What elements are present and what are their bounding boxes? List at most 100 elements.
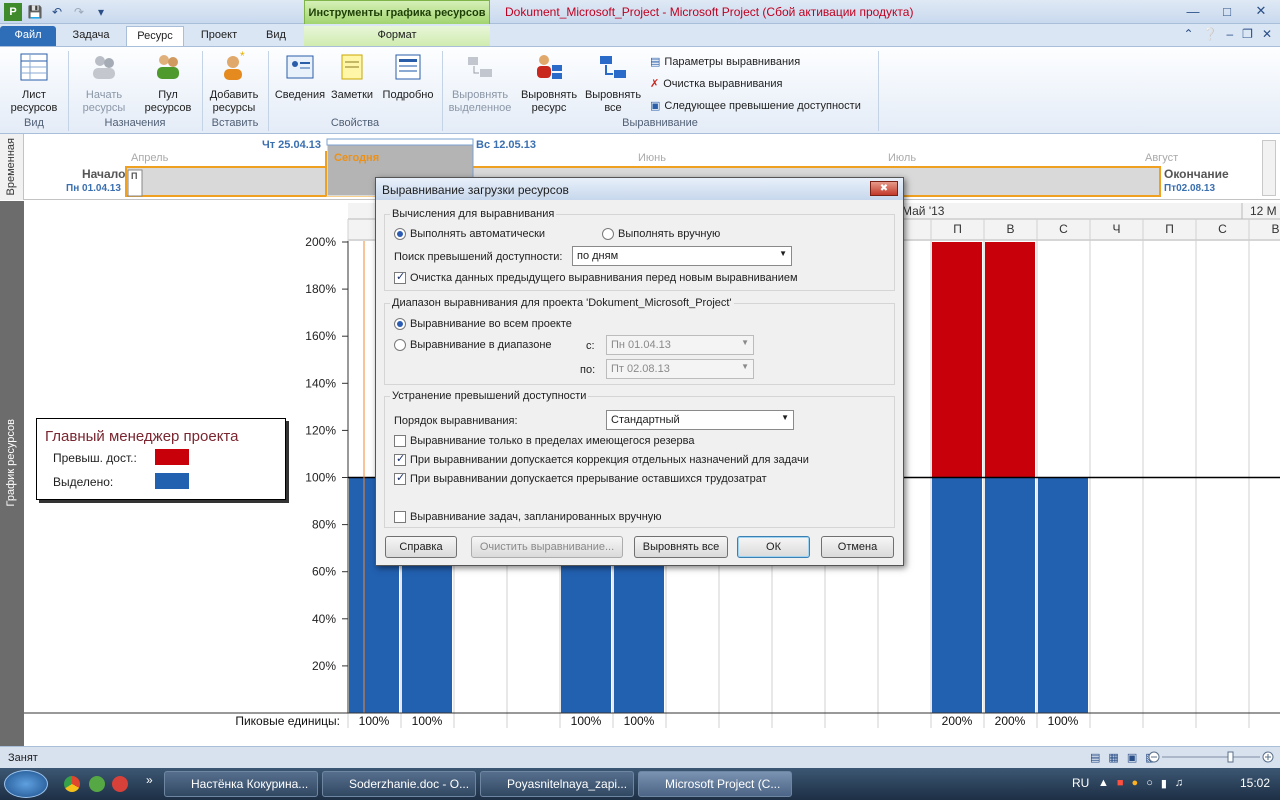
tray-volume-icon[interactable]: ♫	[1175, 777, 1183, 790]
adjust-assignments-checkbox[interactable]: При выравнивании допускается коррекция о…	[394, 452, 809, 467]
maximize-icon[interactable]: □	[1214, 2, 1240, 20]
week-label: Май '13	[902, 204, 945, 218]
clear-leveling-button[interactable]: ✗ Очистка выравнивания	[650, 77, 782, 91]
resource-sheet-button[interactable]: Лист ресурсов	[6, 47, 62, 115]
group-properties-label: Свойства	[330, 117, 380, 129]
clock: 15:02	[1240, 776, 1271, 790]
doc-restore-icon[interactable]: ❐	[1242, 27, 1253, 41]
language-indicator[interactable]: RU	[1072, 776, 1089, 790]
y-tick-label: 140%	[305, 376, 336, 390]
clear-previous-indicator[interactable]	[394, 270, 406, 285]
redo-icon[interactable]: ↷	[70, 3, 88, 21]
manual-tasks-indicator[interactable]	[394, 511, 406, 524]
gantt-view-icon[interactable]: ▤	[1090, 751, 1100, 764]
taskbar-item-project[interactable]: Microsoft Project (C...	[638, 771, 792, 797]
search-interval-select[interactable]: по дням ▼	[572, 246, 792, 266]
doc-close-icon[interactable]: ✕	[1262, 27, 1272, 41]
dialog-close-icon[interactable]: ✖	[870, 181, 898, 196]
manual-tasks-checkbox[interactable]: Выравнивание задач, запланированных вруч…	[394, 511, 662, 524]
help-icon[interactable]: ❔	[1203, 27, 1218, 41]
start-button[interactable]	[4, 770, 48, 798]
tray-network-icon[interactable]: ▮	[1161, 777, 1167, 790]
radio-manual[interactable]: Выполнять вручную	[602, 228, 720, 241]
to-date-select[interactable]: Пт 02.08.13 ▼	[606, 359, 754, 379]
resolve-legend: Устранение превышений доступности	[390, 390, 589, 402]
radio-range-indicator[interactable]	[394, 339, 406, 352]
day-header: Ч	[1113, 222, 1121, 236]
tab-project[interactable]: Проект	[190, 26, 248, 46]
taskbar-item-chrome[interactable]: Настёнка Кокурина...	[164, 771, 318, 797]
svg-text:*: *	[240, 51, 245, 63]
minimize-icon[interactable]: —	[1180, 2, 1206, 20]
help-button[interactable]: Справка	[385, 536, 457, 558]
tray-expand-icon[interactable]: ▲	[1098, 777, 1109, 790]
tab-task[interactable]: Задача	[62, 26, 120, 46]
start-resources-button[interactable]: Начать ресурсы	[72, 47, 136, 115]
tray-app-icon[interactable]: ■	[1117, 777, 1124, 790]
radio-in-range[interactable]: Выравнивание в диапазоне	[394, 339, 552, 352]
split-work-checkbox[interactable]: При выравнивании допускается прерывание …	[394, 471, 767, 486]
details-button[interactable]: Подробно	[378, 47, 438, 102]
task-usage-icon[interactable]: ▦	[1108, 751, 1118, 764]
level-selection-icon	[468, 57, 492, 77]
split-work-indicator[interactable]	[394, 471, 406, 486]
tab-file[interactable]: Файл	[0, 26, 56, 46]
leveling-options-button[interactable]: ▤ Параметры выравнивания	[650, 55, 800, 69]
tab-view[interactable]: Вид	[252, 26, 300, 46]
adjust-assignments-indicator[interactable]	[394, 452, 406, 467]
chevron-down-icon: ▼	[741, 362, 749, 371]
resource-legend: Главный менеджер проекта Превыш. дост.: …	[36, 418, 286, 500]
window-controls: — □ ✕	[1180, 2, 1274, 20]
notes-button[interactable]: Заметки	[328, 47, 376, 102]
taskbar-chevron-icon[interactable]: »	[146, 773, 153, 787]
zoom-slider[interactable]	[1148, 751, 1274, 763]
save-icon[interactable]: 💾	[26, 3, 44, 21]
close-icon[interactable]: ✕	[1248, 2, 1274, 20]
taskbar-item-word1[interactable]: Soderzhanie.doc - O...	[322, 771, 476, 797]
chrome-icon[interactable]	[64, 776, 80, 792]
level-resource-button[interactable]: Выровнять ресурс	[516, 47, 582, 115]
ok-button[interactable]: ОК	[737, 536, 810, 558]
radio-auto-indicator[interactable]	[394, 228, 406, 241]
peak-units-value: 200%	[942, 714, 973, 728]
timeline-scrollbar[interactable]	[1262, 140, 1276, 196]
customize-chevron-icon[interactable]: ▾	[92, 3, 110, 21]
app-icon[interactable]: P	[4, 3, 22, 21]
doc-minimize-icon[interactable]: –	[1226, 27, 1233, 41]
week-label: 12 М	[1250, 204, 1277, 218]
slack-only-checkbox[interactable]: Выравнивание только в пределах имеющегос…	[394, 435, 694, 448]
quicklaunch-icon[interactable]	[89, 776, 105, 792]
radio-auto[interactable]: Выполнять автоматически	[394, 228, 545, 241]
cancel-button[interactable]: Отмена	[821, 536, 894, 558]
legend-title: Главный менеджер проекта	[45, 428, 239, 445]
next-overallocation-button[interactable]: ▣ Следующее превышение доступности	[650, 99, 861, 113]
collapse-ribbon-icon[interactable]: ⌃	[1183, 27, 1193, 41]
sheet-view-icon[interactable]: ▣	[1127, 751, 1137, 764]
leveling-order-select[interactable]: Стандартный ▼	[606, 410, 794, 430]
group-assign-label: Назначения	[104, 117, 166, 129]
add-resources-button[interactable]: * Добавить ресурсы	[204, 47, 264, 115]
tab-resource[interactable]: Ресурс	[126, 26, 184, 46]
from-date-select[interactable]: Пн 01.04.13 ▼	[606, 335, 754, 355]
quicklaunch-icon[interactable]	[112, 776, 128, 792]
taskbar-item-word2[interactable]: Poyasnitelnaya_zapi...	[480, 771, 634, 797]
radio-manual-indicator[interactable]	[602, 228, 614, 241]
resource-pool-button[interactable]: Пул ресурсов	[138, 47, 198, 115]
tray-app-icon[interactable]: ●	[1132, 777, 1139, 790]
radio-whole-project[interactable]: Выравнивание во всем проекте	[394, 318, 572, 331]
clear-leveling-dialog-button[interactable]: Очистить выравнивание...	[471, 536, 623, 558]
month-april: Апрель	[131, 152, 169, 164]
information-button[interactable]: Сведения	[272, 47, 328, 102]
clear-previous-checkbox[interactable]: Очистка данных предыдущего выравнивания …	[394, 270, 798, 285]
y-tick-label: 20%	[312, 659, 336, 673]
slack-only-indicator[interactable]	[394, 435, 406, 448]
level-all-dialog-button[interactable]: Выровнять все	[634, 536, 728, 558]
tray-app-icon[interactable]: ○	[1146, 777, 1153, 790]
level-all-button[interactable]: Выровнять все	[582, 47, 644, 115]
radio-whole-indicator[interactable]	[394, 318, 406, 331]
tab-format[interactable]: Формат	[304, 26, 490, 46]
details-icon	[395, 54, 421, 80]
timeline-range-top	[326, 138, 474, 146]
undo-icon[interactable]: ↶	[48, 3, 66, 21]
level-selection-button[interactable]: Выровнять выделенное	[446, 47, 514, 115]
